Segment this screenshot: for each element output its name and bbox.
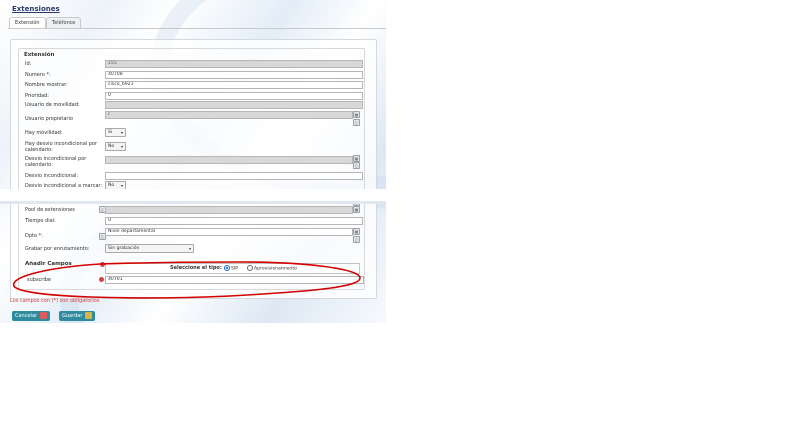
annotation-ellipse — [12, 261, 361, 299]
annotation-overlay — [12, 261, 361, 299]
